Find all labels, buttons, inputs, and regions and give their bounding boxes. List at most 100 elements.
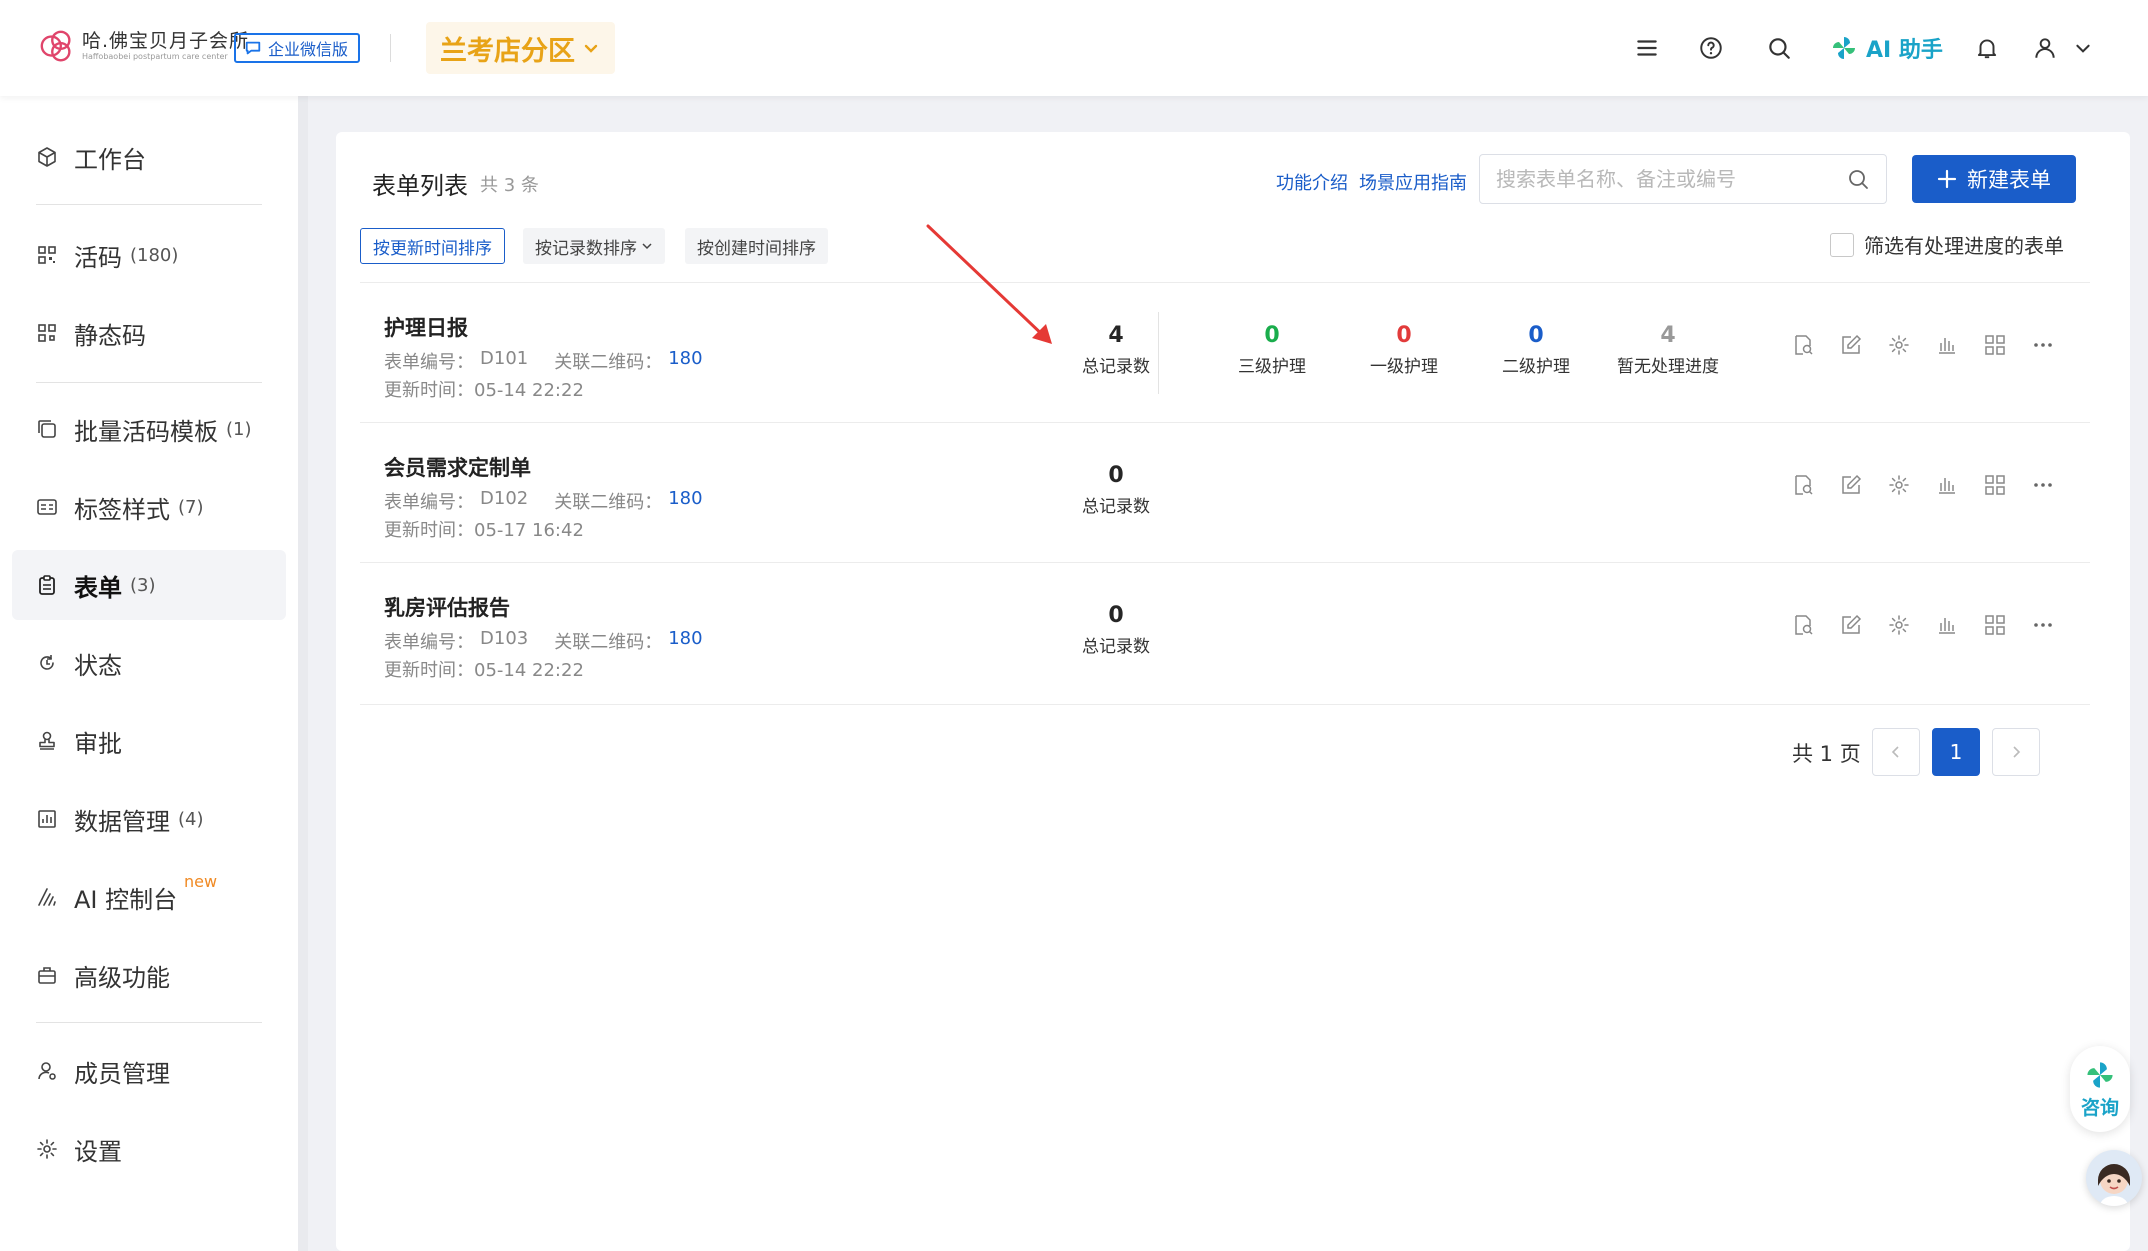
qr-count[interactable]: 180 bbox=[668, 628, 702, 654]
sort-by-created[interactable]: 按创建时间排序 bbox=[685, 228, 828, 264]
sidebar-divider bbox=[36, 1022, 262, 1023]
qrcode-icon bbox=[1985, 335, 2005, 355]
total-records-stat[interactable]: 0 总记录数 bbox=[1046, 462, 1186, 517]
form-updated: 更新时间：05-14 22:22 bbox=[384, 376, 584, 402]
pinwheel-icon bbox=[2087, 1061, 2113, 1088]
form-name[interactable]: 护理日报 bbox=[384, 312, 468, 342]
chart-icon bbox=[1939, 338, 1955, 354]
new-form-button[interactable]: 新建表单 bbox=[1912, 155, 2076, 203]
wechat-work-badge[interactable]: 企业微信版 bbox=[234, 33, 361, 63]
more-button[interactable] bbox=[2030, 332, 2056, 358]
preview-button[interactable] bbox=[1790, 612, 1816, 638]
sidebar-item-members[interactable]: 成员管理 bbox=[12, 1036, 286, 1106]
sidebar-item-status[interactable]: 状态 bbox=[12, 628, 286, 698]
help-button[interactable] bbox=[1694, 31, 1728, 65]
pager-prev-button[interactable] bbox=[1872, 728, 1920, 776]
sidebar-item-settings[interactable]: 设置 bbox=[12, 1114, 286, 1184]
user-menu[interactable] bbox=[2032, 31, 2092, 65]
wechat-badge-label: 企业微信版 bbox=[268, 40, 349, 59]
form-row[interactable]: 护理日报 表单编号： D101 关联二维码： 180 更新时间：05-14 22… bbox=[360, 282, 2090, 422]
sidebar-item-live-code[interactable]: 活码 (180) bbox=[12, 220, 286, 290]
total-records-stat[interactable]: 4 总记录数 bbox=[1046, 322, 1186, 377]
sidebar-item-workbench[interactable]: 工作台 bbox=[12, 122, 286, 192]
sidebar-item-forms[interactable]: 表单 (3) bbox=[12, 550, 286, 620]
clipboard-icon bbox=[39, 575, 55, 595]
progress-filter-checkbox[interactable] bbox=[1830, 232, 1854, 257]
qr-count-label: 关联二维码： bbox=[554, 632, 663, 653]
briefcase-icon bbox=[38, 967, 56, 984]
top-header: 哈.佛宝贝月子会所 Haffobaobei postpartum care ce… bbox=[0, 0, 2148, 96]
brand-logo[interactable]: 哈.佛宝贝月子会所 Haffobaobei postpartum care ce… bbox=[38, 26, 249, 66]
statistics-button[interactable] bbox=[1934, 612, 1960, 638]
sidebar-item-data-management[interactable]: 数据管理 (4) bbox=[12, 784, 286, 854]
chart-icon bbox=[1939, 618, 1955, 634]
total-records-stat[interactable]: 0 总记录数 bbox=[1046, 602, 1186, 657]
search-input[interactable] bbox=[1496, 167, 1846, 191]
form-meta: 表单编号： D102 关联二维码： 180 bbox=[384, 488, 703, 514]
more-button[interactable] bbox=[2030, 612, 2056, 638]
statistics-button[interactable] bbox=[1934, 332, 1960, 358]
support-avatar[interactable] bbox=[2086, 1150, 2142, 1206]
scenario-guide-link[interactable]: 场景应用指南 bbox=[1359, 169, 1467, 195]
updated-time: 05-14 22:22 bbox=[474, 380, 584, 401]
settings-button[interactable] bbox=[1886, 612, 1912, 638]
form-search[interactable] bbox=[1479, 154, 1887, 204]
preview-button[interactable] bbox=[1790, 332, 1816, 358]
progress-stat[interactable]: 0 三级护理 bbox=[1202, 322, 1342, 377]
form-row[interactable]: 乳房评估报告 表单编号： D103 关联二维码： 180 更新时间：05-14 … bbox=[360, 562, 2090, 702]
statistics-button[interactable] bbox=[1934, 472, 1960, 498]
store-selector[interactable]: 兰考店分区 bbox=[426, 22, 615, 74]
edit-button[interactable] bbox=[1838, 332, 1864, 358]
sidebar-item-batch-template[interactable]: 批量活码模板 (1) bbox=[12, 394, 286, 464]
stamp-icon bbox=[39, 731, 55, 750]
search-icon[interactable] bbox=[1846, 167, 1870, 191]
qrcode-icon bbox=[38, 246, 56, 264]
chat-bubble-icon bbox=[245, 41, 261, 55]
settings-button[interactable] bbox=[1886, 332, 1912, 358]
new-form-label: 新建表单 bbox=[1967, 168, 2051, 192]
sidebar-item-advanced[interactable]: 高级功能 bbox=[12, 940, 286, 1010]
progress-stat[interactable]: 0 二级护理 bbox=[1466, 322, 1606, 377]
qr-count[interactable]: 180 bbox=[668, 348, 702, 374]
preview-button[interactable] bbox=[1790, 472, 1816, 498]
form-updated: 更新时间：05-14 22:22 bbox=[384, 656, 584, 682]
logo-name: 哈.佛宝贝月子会所 bbox=[82, 30, 250, 52]
sidebar-divider bbox=[36, 382, 262, 383]
qrcode-button[interactable] bbox=[1982, 612, 2008, 638]
edit-button[interactable] bbox=[1838, 612, 1864, 638]
global-search-button[interactable] bbox=[1762, 31, 1796, 65]
sidebar-item-approval[interactable]: 审批 bbox=[12, 706, 286, 776]
sidebar-item-ai-console[interactable]: AI 控制台 new bbox=[12, 862, 286, 932]
form-list-card: 表单列表 共 3 条 功能介绍 场景应用指南 新建表单 按更新时间排序 按记录数… bbox=[336, 132, 2130, 1251]
menu-button[interactable] bbox=[1630, 31, 1664, 65]
consult-button[interactable]: 咨询 bbox=[2070, 1046, 2130, 1132]
progress-stat[interactable]: 0 一级护理 bbox=[1334, 322, 1474, 377]
preview-icon bbox=[1795, 335, 1813, 355]
settings-button[interactable] bbox=[1886, 472, 1912, 498]
edit-button[interactable] bbox=[1838, 472, 1864, 498]
qrcode-button[interactable] bbox=[1982, 332, 2008, 358]
sort-by-updated[interactable]: 按更新时间排序 bbox=[360, 228, 505, 264]
more-button[interactable] bbox=[2030, 472, 2056, 498]
settings-icon bbox=[1889, 615, 1909, 635]
form-row[interactable]: 会员需求定制单 表单编号： D102 关联二维码： 180 更新时间：05-17… bbox=[360, 422, 2090, 562]
pager-page-button[interactable]: 1 bbox=[1932, 728, 1980, 776]
form-name[interactable]: 乳房评估报告 bbox=[384, 592, 510, 622]
edit-icon bbox=[1842, 614, 1862, 634]
qrcode-button[interactable] bbox=[1982, 472, 2008, 498]
pager-next-button[interactable] bbox=[1992, 728, 2040, 776]
sort-by-records[interactable]: 按记录数排序 bbox=[523, 228, 665, 264]
sidebar-item-label-style[interactable]: 标签样式 (7) bbox=[12, 472, 286, 542]
progress-value: 0 bbox=[1528, 323, 1544, 348]
sidebar-scrollbar[interactable] bbox=[298, 96, 308, 1251]
feature-intro-link[interactable]: 功能介绍 bbox=[1276, 169, 1348, 195]
progress-value: 0 bbox=[1264, 323, 1280, 348]
refresh-icon bbox=[40, 655, 54, 670]
form-name[interactable]: 会员需求定制单 bbox=[384, 452, 531, 482]
notifications-button[interactable] bbox=[1970, 31, 2004, 65]
ai-assistant-button[interactable]: AI 助手 bbox=[1830, 30, 1943, 66]
qr-count[interactable]: 180 bbox=[668, 488, 702, 514]
progress-stat[interactable]: 4 暂无处理进度 bbox=[1588, 322, 1748, 377]
progress-filter[interactable]: 筛选有处理进度的表单 bbox=[1830, 230, 2064, 259]
sidebar-item-static-code[interactable]: 静态码 bbox=[12, 298, 286, 368]
